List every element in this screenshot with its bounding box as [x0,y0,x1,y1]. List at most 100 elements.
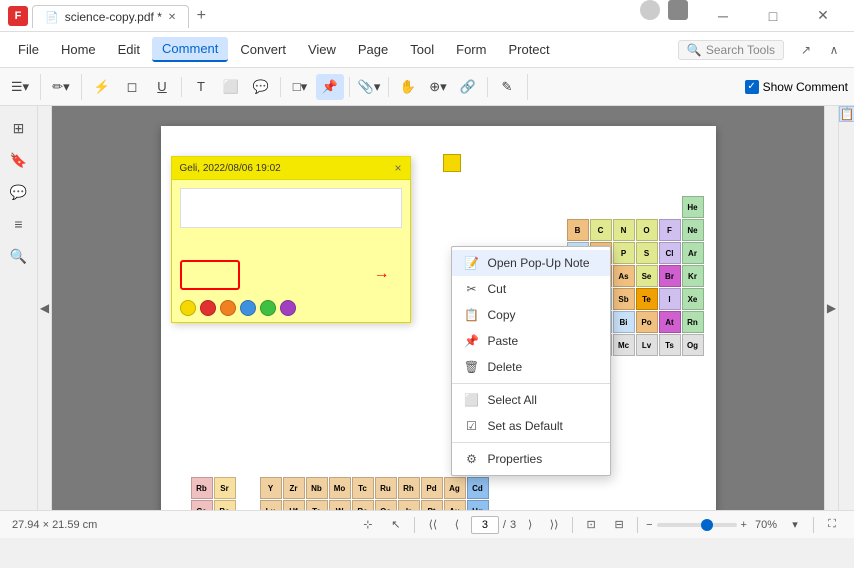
ctx-delete-label: Delete [488,360,523,374]
el-Hg: Hg [467,500,489,510]
zoom-slider-thumb[interactable] [701,519,713,531]
search-icon: 🔍 [687,43,702,57]
zoom-out-button[interactable]: − [646,519,652,531]
ctx-paste[interactable]: 📌 Paste [452,328,610,354]
color-green[interactable] [260,300,276,316]
search-tools[interactable]: 🔍 Search Tools [678,40,784,60]
menu-view[interactable]: View [298,38,346,61]
toolbar-btn-3[interactable]: ⚡ [88,74,116,100]
menu-tool[interactable]: Tool [400,38,444,61]
page-number-input[interactable] [471,516,499,534]
menu-home[interactable]: Home [51,38,106,61]
ctx-copy[interactable]: 📋 Copy [452,302,610,328]
toolbar-btn-eraser[interactable]: ◻ [118,74,146,100]
element-O: O [636,219,658,241]
color-red[interactable] [200,300,216,316]
toolbar-btn-1[interactable]: ☰▾ [6,74,34,100]
el-Ta: Ta [306,500,328,510]
collapse-button[interactable]: ∧ [822,38,846,62]
first-page-button[interactable]: ⟨⟨ [423,515,443,535]
panel-btn-search[interactable]: 🔍 [5,242,33,270]
ctx-open-popup[interactable]: 📝 Open Pop-Up Note [452,250,610,276]
prev-page-button[interactable]: ⟨ [447,515,467,535]
new-tab-button[interactable]: + [189,4,213,28]
periodic-table-main: Rb Sr Y Zr Nb Mo Tc Ru Rh Pd Ag Cd [191,477,489,510]
zoom-dropdown[interactable]: ▾ [785,515,805,535]
scroll-left-arrow[interactable]: ◀ [38,106,52,510]
ctx-properties[interactable]: ⚙ Properties [452,446,610,472]
toolbar-btn-2[interactable]: ✏▾ [47,74,75,100]
fullscreen-button[interactable]: ⛶ [822,515,842,535]
ctx-set-default-label: Set as Default [488,419,563,433]
panel-btn-bookmarks[interactable]: 🔖 [5,146,33,174]
toolbar-btn-text[interactable]: T [187,74,215,100]
sticky-header: Geli, 2022/08/06 19:02 × [172,157,410,180]
active-tab[interactable]: 📄 science-copy.pdf * ✕ [32,5,189,28]
ctx-set-default[interactable]: ☑ Set as Default [452,413,610,439]
page-dimensions: 27.94 × 21.59 cm [12,519,97,531]
statusbar: 27.94 × 21.59 cm ⊹ ↖ ⟨⟨ ⟨ / 3 ⟩ ⟩⟩ ⊡ ⊟ −… [0,510,854,538]
menu-comment[interactable]: Comment [152,37,228,62]
show-comment-checkbox[interactable]: ✓ [745,80,759,94]
element-He: He [682,196,704,218]
color-orange[interactable] [220,300,236,316]
ctx-delete[interactable]: 🗑 Delete [452,354,610,380]
next-page-button[interactable]: ⟩ [520,515,540,535]
toolbar-btn-underline[interactable]: U [148,74,176,100]
external-link-button[interactable]: ↗ [794,38,818,62]
menu-page[interactable]: Page [348,38,398,61]
menu-form[interactable]: Form [446,38,496,61]
toolbar-btn-stamp[interactable]: 📌 [316,74,344,100]
toolbar-btn-callout[interactable]: 💬 [247,74,275,100]
sticky-author: Geli, 2022/08/06 19:02 [180,163,281,174]
element-Bi: Bi [613,311,635,333]
color-purple[interactable] [280,300,296,316]
cursor-tool[interactable]: ⊹ [358,515,378,535]
toolbar-separator-3 [349,77,350,97]
zoom-slider-track[interactable] [657,523,737,527]
menu-convert[interactable]: Convert [230,38,296,61]
note-indicator[interactable] [443,154,461,172]
sticky-text-input[interactable] [180,188,402,228]
toolbar-btn-link[interactable]: 🔗 [454,74,482,100]
sticky-body[interactable] [172,180,410,260]
ctx-select-all[interactable]: ⬜ Select All [452,387,610,413]
color-blue[interactable] [240,300,256,316]
scroll-right-arrow[interactable]: ▶ [824,106,838,510]
ctx-select-all-label: Select All [488,393,537,407]
panel-btn-layers[interactable]: ≡ [5,210,33,238]
el-Nb: Nb [306,477,328,499]
page-container: ble Geli, 2022/08/06 19:02 × → [52,106,824,510]
tab-close-button[interactable]: ✕ [168,12,176,23]
sticky-close-button[interactable]: × [394,161,401,175]
select-tool[interactable]: ↖ [386,515,406,535]
toolbar-btn-cursor[interactable]: ⊕▾ [424,74,452,100]
maximize-button[interactable]: □ [750,0,796,32]
select-all-icon: ⬜ [464,392,480,408]
panel-btn-pages[interactable]: ⊞ [5,114,33,142]
final-separator [813,517,814,533]
fit-page-button[interactable]: ⊡ [581,515,601,535]
toolbar-btn-textbox[interactable]: ⬜ [217,74,245,100]
close-button[interactable]: ✕ [800,0,846,32]
ctx-cut[interactable]: ✂ Cut [452,276,610,302]
minimize-button[interactable]: ─ [700,0,746,32]
fit-width-button[interactable]: ⊟ [609,515,629,535]
toolbar-btn-attach[interactable]: 📎▾ [355,74,383,100]
menu-file[interactable]: File [8,38,49,61]
element-Te: Te [636,288,658,310]
toolbar-btn-hand[interactable]: ✋ [394,74,422,100]
toolbar-btn-edit[interactable]: ✎ [493,74,521,100]
toolbar-btn-shape[interactable]: □▾ [286,74,314,100]
right-panel-top-btn[interactable]: 📋 [839,106,854,122]
copy-icon: 📋 [464,307,480,323]
main-area: ⊞ 🔖 💬 ≡ 🔍 ◀ ble Geli, 2022/08/06 19:02 × [0,106,854,510]
menu-edit[interactable]: Edit [108,38,150,61]
panel-btn-comments[interactable]: 💬 [5,178,33,206]
menu-protect[interactable]: Protect [498,38,559,61]
zoom-in-button[interactable]: + [741,519,747,531]
left-panel: ⊞ 🔖 💬 ≡ 🔍 [0,106,38,510]
last-page-button[interactable]: ⟩⟩ [544,515,564,535]
el-Y: Y [260,477,282,499]
color-yellow[interactable] [180,300,196,316]
